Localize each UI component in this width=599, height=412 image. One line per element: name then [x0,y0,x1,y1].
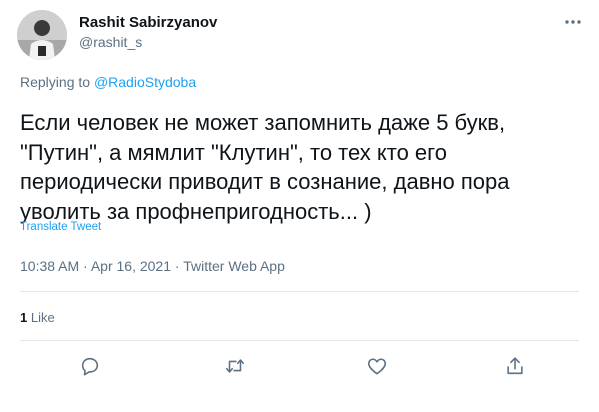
replying-to-link[interactable]: @RadioStydoba [94,74,196,90]
user-handle[interactable]: @rashit_s [79,34,142,50]
meta-separator: · [79,258,91,274]
display-name[interactable]: Rashit Sabirzyanov [79,14,217,31]
like-button[interactable] [363,352,391,380]
share-icon [507,357,523,375]
translate-tweet-link[interactable]: Translate Tweet [20,221,101,233]
likes-label: Like [30,310,55,325]
reply-icon [81,357,99,376]
tweet-date[interactable]: Apr 16, 2021 [91,258,171,274]
meta-separator: · [171,258,184,274]
reply-button[interactable] [76,352,104,380]
share-button[interactable] [501,352,529,380]
retweet-icon [225,359,245,373]
more-options-icon[interactable] [561,10,585,34]
divider [20,340,579,341]
tweet-text: Если человек не может запомнить даже 5 б… [20,110,510,224]
divider [20,291,579,292]
likes-stat[interactable]: 1 Like [20,310,55,325]
tweet-source[interactable]: Twitter Web App [183,258,285,274]
avatar[interactable] [17,10,67,60]
likes-count: 1 [20,310,28,325]
retweet-button[interactable] [221,352,249,380]
replying-to-label: Replying to [20,74,91,90]
like-icon [367,358,387,375]
replying-to: Replying to @RadioStydoba [20,74,196,90]
user-photo-icon [17,10,67,60]
tweet-metadata: 10:38 AM · Apr 16, 2021 · Twitter Web Ap… [20,258,285,274]
tweet-time[interactable]: 10:38 AM [20,258,79,274]
